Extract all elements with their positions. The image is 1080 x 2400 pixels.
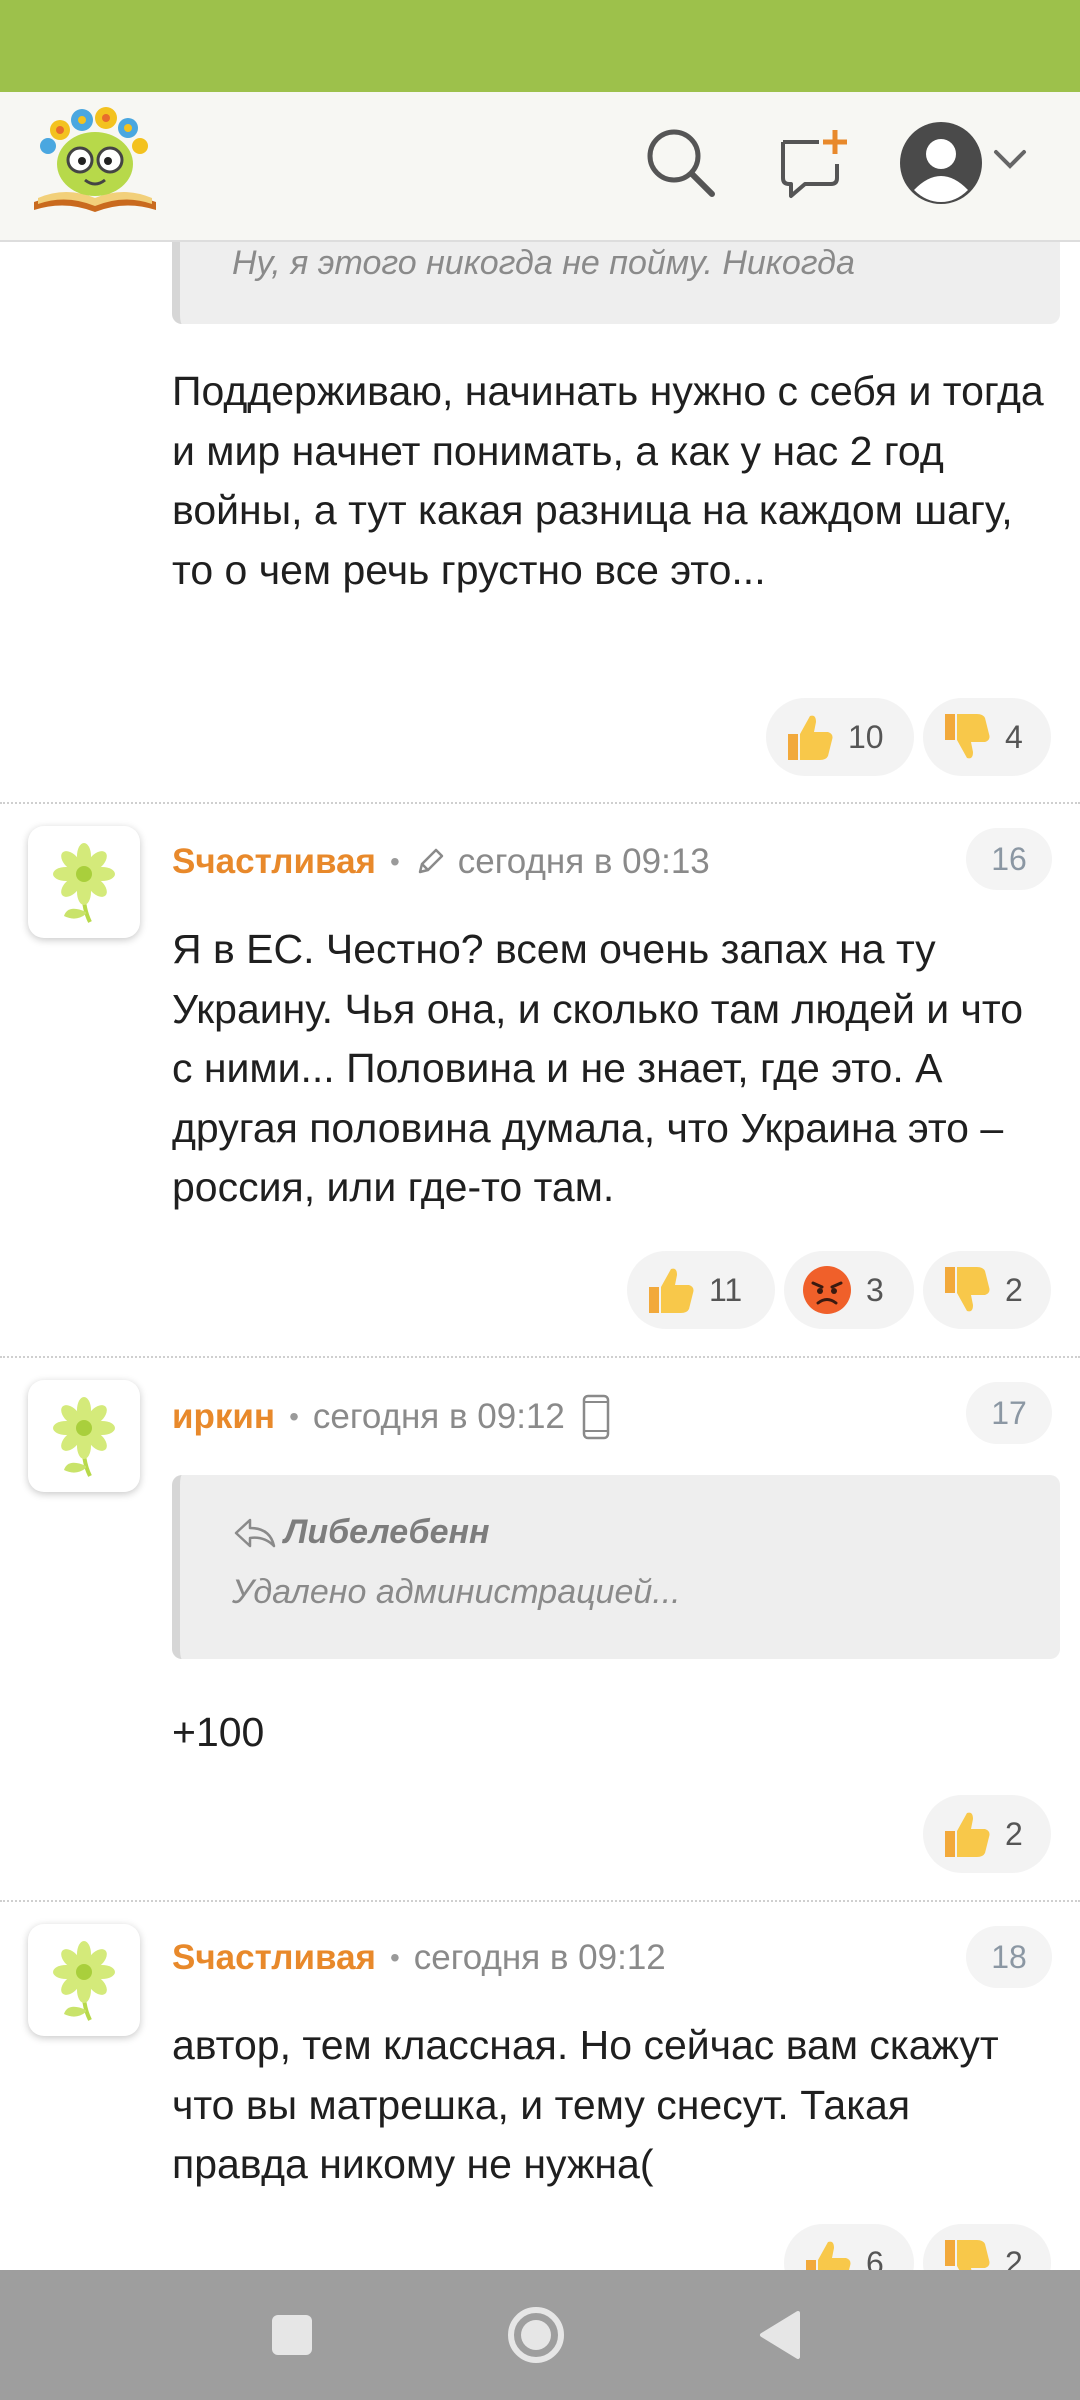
comment-text: Поддерживаю, начинать нужно с себя и тог… — [172, 368, 1044, 593]
thumbs-down-icon — [945, 714, 990, 759]
comment-number[interactable]: 18 — [966, 1926, 1052, 1988]
search-icon[interactable] — [640, 122, 720, 202]
thumbs-up-icon — [945, 1812, 990, 1857]
flower-avatar-icon — [53, 843, 115, 923]
new-topic-icon[interactable] — [775, 126, 851, 202]
comments-feed: Ну, я этого никогда не пойму. Никогда По… — [0, 0, 1080, 2270]
quoted-author-row: Либелебенн — [232, 1513, 490, 1552]
user-avatar-icon[interactable] — [898, 120, 984, 206]
comment-text: автор, тем классная. Но сейчас вам скажу… — [172, 2022, 999, 2187]
quote-text: Ну, я этого никогда не пойму. Никогда — [232, 244, 855, 282]
comment-meta: иркин • сегодня в 09:12 — [172, 1394, 611, 1440]
thumbs-up-icon — [806, 2241, 851, 2270]
like-button[interactable]: 11 — [627, 1251, 775, 1329]
like-count: 11 — [709, 1271, 743, 1308]
comment-author[interactable]: Sчастливая — [172, 1938, 376, 1978]
separator-dot: • — [389, 1942, 400, 1973]
dislike-count: 2 — [1005, 1271, 1023, 1308]
comment-number[interactable]: 16 — [966, 828, 1052, 890]
thumbs-down-icon — [945, 2240, 990, 2270]
thumbs-up-icon — [788, 715, 833, 760]
dislike-count: 4 — [1005, 718, 1023, 755]
comment-meta: Sчастливая • сегодня в 09:12 — [172, 1938, 666, 1978]
comment-author[interactable]: Sчастливая — [172, 842, 376, 882]
quoted-text: Удалено администрацией... — [232, 1573, 681, 1611]
angry-reaction-button[interactable]: 3 — [784, 1251, 914, 1329]
thumbs-up-icon — [649, 1268, 694, 1313]
dislike-count: 2 — [1005, 2244, 1023, 2271]
comment-time: сегодня в 09:13 — [457, 842, 710, 881]
angry-count: 3 — [866, 1271, 884, 1308]
divider — [0, 1900, 1080, 1902]
mobile-phone-icon — [582, 1394, 610, 1440]
divider — [0, 1356, 1080, 1358]
back-icon — [760, 2311, 800, 2359]
comment-meta: Sчастливая • сегодня в 09:13 — [172, 842, 710, 882]
dislike-button[interactable]: 4 — [923, 698, 1051, 776]
like-count: 10 — [848, 718, 884, 755]
reply-arrow-icon — [234, 1518, 276, 1547]
back-button[interactable] — [720, 2270, 840, 2400]
site-logo[interactable] — [30, 106, 160, 216]
separator-dot: • — [389, 846, 400, 877]
thumbs-down-icon — [945, 1267, 990, 1312]
home-button[interactable] — [476, 2270, 596, 2400]
quoted-author: Либелебенн — [284, 1513, 490, 1551]
comment-number[interactable]: 17 — [966, 1382, 1052, 1444]
pencil-icon — [418, 848, 444, 874]
flower-avatar-icon — [53, 1397, 115, 1477]
flower-avatar-icon — [53, 1941, 115, 2021]
comment-author[interactable]: иркин — [172, 1397, 275, 1437]
recents-icon — [272, 2315, 312, 2355]
like-count: 6 — [866, 2244, 884, 2271]
like-button[interactable]: 2 — [923, 1795, 1051, 1873]
comment-time: сегодня в 09:12 — [413, 1938, 666, 1977]
comment-text: +100 — [172, 1709, 265, 1755]
system-nav-bar — [0, 2270, 1080, 2400]
chevron-down-icon[interactable] — [990, 144, 1030, 174]
dislike-button[interactable]: 2 — [923, 2224, 1051, 2270]
app-header — [0, 92, 1080, 242]
reply-quote[interactable]: Либелебенн Удалено администрацией... — [172, 1475, 1060, 1659]
avatar[interactable] — [28, 826, 140, 938]
avatar[interactable] — [28, 1380, 140, 1492]
dislike-button[interactable]: 2 — [923, 1251, 1051, 1329]
like-count: 2 — [1005, 1815, 1023, 1852]
divider — [0, 802, 1080, 804]
separator-dot: • — [289, 1401, 299, 1432]
home-icon — [508, 2307, 564, 2363]
angry-face-icon — [803, 1266, 851, 1314]
comment-text: Я в ЕС. Честно? всем очень запах на ту У… — [172, 926, 1024, 1210]
recents-button[interactable] — [232, 2270, 352, 2400]
like-button[interactable]: 10 — [766, 698, 914, 776]
avatar[interactable] — [28, 1924, 140, 2036]
comment-time: сегодня в 09:12 — [312, 1397, 565, 1436]
like-button[interactable]: 6 — [784, 2224, 914, 2270]
